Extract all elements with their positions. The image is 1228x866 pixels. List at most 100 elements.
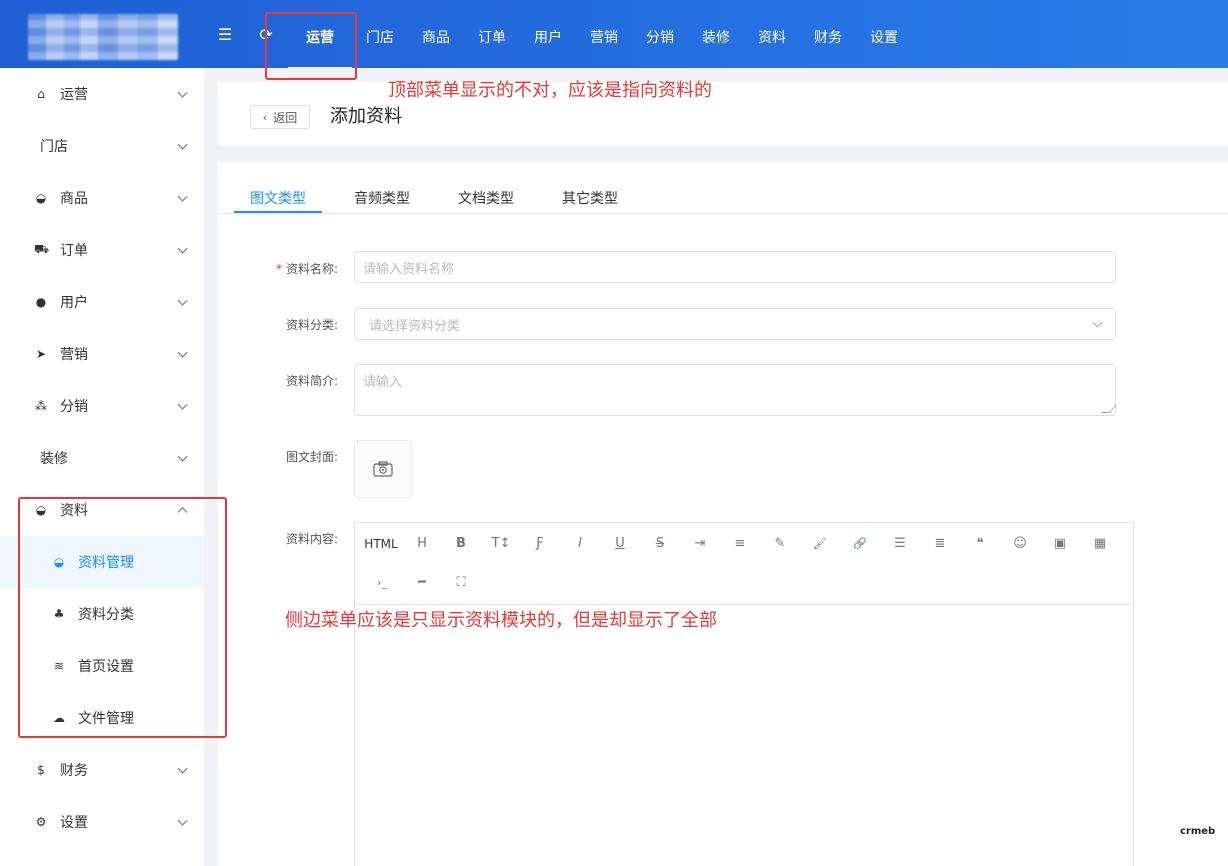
gear-icon: ⚙ <box>35 815 47 829</box>
heading-button[interactable]: H <box>409 534 435 554</box>
underline-button[interactable]: U <box>607 534 633 554</box>
sidebar-item-finance[interactable]: $ 财务 <box>0 744 204 796</box>
user-icon: ● <box>35 295 47 309</box>
watermark: crmeb <box>1180 826 1216 837</box>
line-height-button[interactable]: ≡ <box>727 534 753 554</box>
group-icon: ⁂ <box>35 399 47 413</box>
dollar-icon: $ <box>37 763 45 777</box>
chevron-down-icon <box>177 451 188 462</box>
sidebar-item-label: 订单 <box>60 243 88 259</box>
html-button[interactable]: HTML <box>361 534 401 554</box>
name-label-text: 资料名称: <box>285 262 338 276</box>
image-button[interactable]: ▣ <box>1047 534 1073 554</box>
annotation-side-text: 侧边菜单应该是只显示资料模块的，但是却显示了全部 <box>285 610 717 631</box>
chevron-down-icon <box>177 399 188 410</box>
sidebar-item-settings[interactable]: ⚙ 设置 <box>0 796 204 848</box>
sidebar-item-operation[interactable]: ⌂ 运营 <box>0 68 204 120</box>
rich-text-editor: HTML H B T↕ Ƒ I U S ⇥ ≡ ✎ 🖌 🔗 ☰ ≣ ❝ ☺ ▣ … <box>354 522 1134 866</box>
top-nav-item-settings[interactable]: 设置 <box>856 0 912 68</box>
top-nav-item-orders[interactable]: 订单 <box>464 0 520 68</box>
list-button[interactable]: ☰ <box>887 534 913 554</box>
top-nav-item-marketing[interactable]: 营销 <box>576 0 632 68</box>
content-label: 资料内容: <box>285 532 338 546</box>
sidebar-item-label: 装修 <box>40 451 68 467</box>
intro-textarea-placeholder: 请输入 <box>363 375 403 390</box>
sidebar-item-label: 营销 <box>60 347 88 363</box>
paper-plane-icon: ➤ <box>35 347 47 361</box>
tab-other[interactable]: 其它类型 <box>562 188 618 208</box>
sidebar-item-label: 财务 <box>60 763 88 779</box>
top-bar: ☰ ⟳ 运营 门店 商品 订单 用户 营销 分销 装修 资料 财务 设置 <box>0 0 1228 70</box>
sidebar: ⌂ 运营 门店 ◒ 商品 ⛟ 订单 ● 用户 ➤ 营销 ⁂ 分销 装修 ◒ 资料 <box>0 68 204 866</box>
sidebar-item-goods[interactable]: ◒ 商品 <box>0 172 204 224</box>
sidebar-item-label: 门店 <box>40 139 68 155</box>
type-tabs: 图文类型 音频类型 文档类型 其它类型 <box>218 162 1228 214</box>
main-card: 图文类型 音频类型 文档类型 其它类型 * 资料名称: 请输入资料名称 资料分类:… <box>218 162 1228 866</box>
tab-audio[interactable]: 音频类型 <box>354 188 410 208</box>
annotation-box-top-nav <box>265 12 357 80</box>
top-nav-item-users[interactable]: 用户 <box>520 0 576 68</box>
back-button[interactable]: ‹ 返回 <box>250 105 310 129</box>
align-button[interactable]: ≣ <box>927 534 953 554</box>
intro-label: 资料简介: <box>285 374 338 388</box>
sidebar-item-orders[interactable]: ⛟ 订单 <box>0 224 204 276</box>
chevron-down-icon <box>177 87 188 98</box>
annotation-top-text: 顶部菜单显示的不对，应该是指向资料的 <box>388 80 712 101</box>
sidebar-item-label: 设置 <box>60 815 88 831</box>
strikethrough-button[interactable]: S <box>647 534 673 554</box>
background-color-button[interactable]: 🖌 <box>807 534 833 554</box>
sidebar-item-users[interactable]: ● 用户 <box>0 276 204 328</box>
italic-button[interactable]: I <box>567 534 593 554</box>
tab-document[interactable]: 文档类型 <box>458 188 514 208</box>
code-button[interactable]: ›_ <box>369 573 395 593</box>
emoji-button[interactable]: ☺ <box>1007 534 1033 554</box>
chevron-down-icon <box>1092 317 1103 328</box>
divider-button[interactable]: ━ <box>409 573 435 593</box>
cart-icon: ⛟ <box>34 242 50 256</box>
resize-handle[interactable] <box>1101 405 1117 413</box>
sidebar-item-label: 用户 <box>60 295 88 311</box>
top-nav-item-distribution[interactable]: 分销 <box>632 0 688 68</box>
intro-textarea[interactable]: 请输入 <box>354 364 1117 416</box>
back-button-label: 返回 <box>273 110 298 125</box>
font-color-button[interactable]: ✎ <box>767 534 793 554</box>
tab-image-text[interactable]: 图文类型 <box>250 188 306 208</box>
top-nav-item-materials[interactable]: 资料 <box>744 0 800 68</box>
logo <box>28 14 178 60</box>
top-nav-item-store[interactable]: 门店 <box>352 0 408 68</box>
camera-icon <box>373 461 393 477</box>
link-button[interactable]: 🔗 <box>847 534 873 554</box>
basket-icon: ◒ <box>35 191 47 205</box>
chevron-down-icon <box>177 243 188 254</box>
indent-button[interactable]: ⇥ <box>687 534 713 554</box>
chevron-down-icon <box>177 139 188 150</box>
editor-toolbar: HTML H B T↕ Ƒ I U S ⇥ ≡ ✎ 🖌 🔗 ☰ ≣ ❝ ☺ ▣ … <box>355 523 1133 605</box>
page-header: ‹ 返回 添加资料 <box>218 82 1228 146</box>
category-select-placeholder: 请选择资料分类 <box>369 318 461 334</box>
required-mark: * <box>275 262 282 276</box>
sidebar-item-marketing[interactable]: ➤ 营销 <box>0 328 204 380</box>
quote-button[interactable]: ❝ <box>967 534 993 554</box>
font-size-button[interactable]: T↕ <box>488 534 514 554</box>
font-family-button[interactable]: Ƒ <box>527 534 553 554</box>
name-input[interactable]: 请输入资料名称 <box>354 251 1116 283</box>
sidebar-item-label: 商品 <box>60 191 88 207</box>
chevron-left-icon: ‹ <box>262 110 268 124</box>
top-nav-item-goods[interactable]: 商品 <box>408 0 464 68</box>
chevron-down-icon <box>177 347 188 358</box>
top-nav-item-finance[interactable]: 财务 <box>800 0 856 68</box>
chevron-down-icon <box>177 295 188 306</box>
menu-fold-icon[interactable]: ☰ <box>216 26 234 44</box>
sidebar-item-decoration[interactable]: 装修 <box>0 432 204 484</box>
sidebar-item-store[interactable]: 门店 <box>0 120 204 172</box>
annotation-box-sidebar <box>18 497 227 738</box>
sidebar-item-distribution[interactable]: ⁂ 分销 <box>0 380 204 432</box>
chevron-down-icon <box>177 815 188 826</box>
category-select[interactable]: 请选择资料分类 <box>354 308 1116 340</box>
cover-upload[interactable] <box>354 440 412 498</box>
category-label: 资料分类: <box>285 318 338 332</box>
video-button[interactable]: ▦ <box>1087 534 1113 554</box>
fullscreen-button[interactable]: ⛶ <box>448 573 474 593</box>
bold-button[interactable]: B <box>448 534 474 554</box>
top-nav-item-decoration[interactable]: 装修 <box>688 0 744 68</box>
